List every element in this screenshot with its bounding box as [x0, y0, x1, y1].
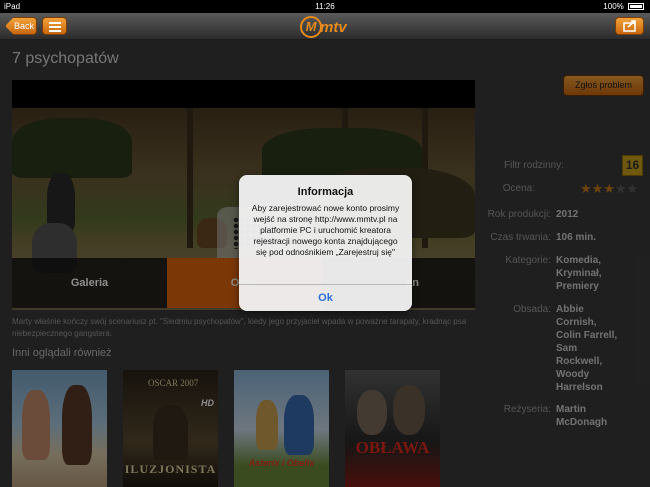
back-button[interactable]: Back — [5, 17, 37, 35]
share-icon — [623, 20, 636, 32]
dialog-message: Aby zarejestrować nowe konto prosimy wej… — [251, 203, 400, 257]
dialog-ok-button[interactable]: Ok — [239, 285, 412, 311]
battery-icon — [628, 3, 644, 10]
status-bar: iPad 11:26 100% — [0, 0, 650, 13]
logo-text: mtv — [320, 19, 347, 36]
share-button[interactable] — [615, 17, 644, 35]
battery-percent: 100% — [603, 2, 624, 11]
logo-letter: M — [300, 16, 322, 38]
navigation-bar: Back M mtv — [0, 13, 650, 40]
battery-status: 100% — [603, 2, 644, 11]
info-dialog: Informacja Aby zarejestrować nowe konto … — [239, 175, 412, 311]
menu-icon — [49, 22, 61, 24]
clock: 11:26 — [315, 2, 335, 11]
menu-button[interactable] — [42, 17, 67, 35]
dialog-title: Informacja — [297, 186, 354, 198]
